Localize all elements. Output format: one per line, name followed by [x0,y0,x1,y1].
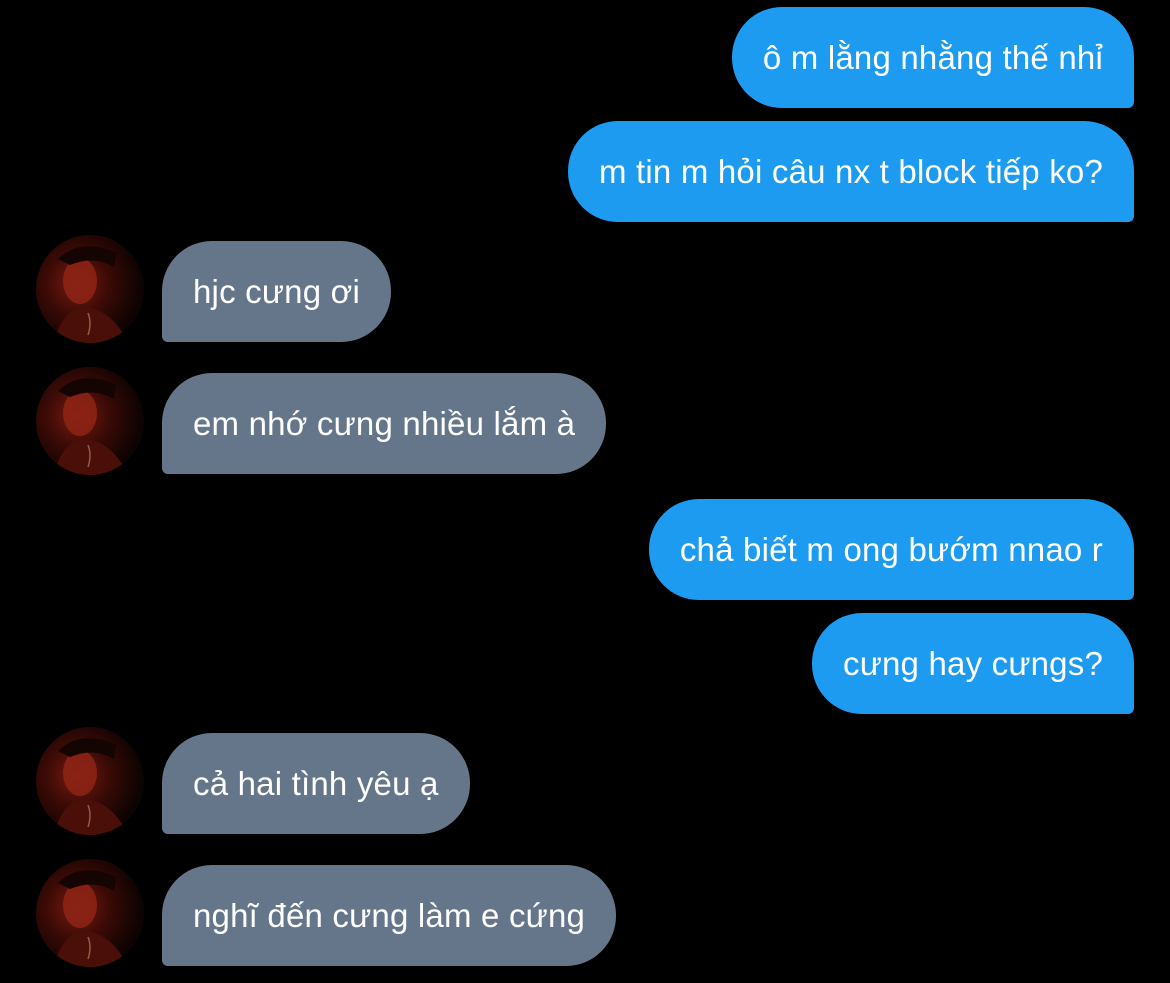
message-text: ô m lằng nhằng thế nhỉ [762,38,1103,76]
message-bubble-sent[interactable]: chả biết m ong bướm nnao r [648,499,1134,600]
message-bubble-sent[interactable]: ô m lằng nhằng thế nhỉ [731,7,1134,108]
message-bubble-received[interactable]: em nhớ cưng nhiều lắm à [162,373,607,474]
contact-avatar[interactable] [36,367,144,475]
contact-avatar[interactable] [36,235,144,343]
contact-avatar[interactable] [36,859,144,967]
message-bubble-received[interactable]: hjc cưng ơi [162,241,391,342]
message-text: cả hai tình yêu ạ [193,764,439,802]
avatar-photo-icon [36,235,144,343]
message-text: m tin m hỏi câu nx t block tiếp ko? [598,152,1103,190]
message-bubble-sent[interactable]: cưng hay cưngs? [812,613,1134,714]
message-text: cưng hay cưngs? [843,644,1103,682]
avatar-photo-icon [36,367,144,475]
message-text: em nhớ cưng nhiều lắm à [193,404,576,442]
message-bubble-received[interactable]: nghĩ đến cưng làm e cứng [162,865,617,966]
contact-avatar[interactable] [36,727,144,835]
message-bubble-received[interactable]: cả hai tình yêu ạ [162,733,470,834]
message-text: hjc cưng ơi [193,272,360,310]
message-text: chả biết m ong bướm nnao r [679,530,1103,568]
message-bubble-sent[interactable]: m tin m hỏi câu nx t block tiếp ko? [567,121,1134,222]
avatar-photo-icon [36,859,144,967]
message-text: nghĩ đến cưng làm e cứng [193,896,586,934]
avatar-photo-icon [36,727,144,835]
